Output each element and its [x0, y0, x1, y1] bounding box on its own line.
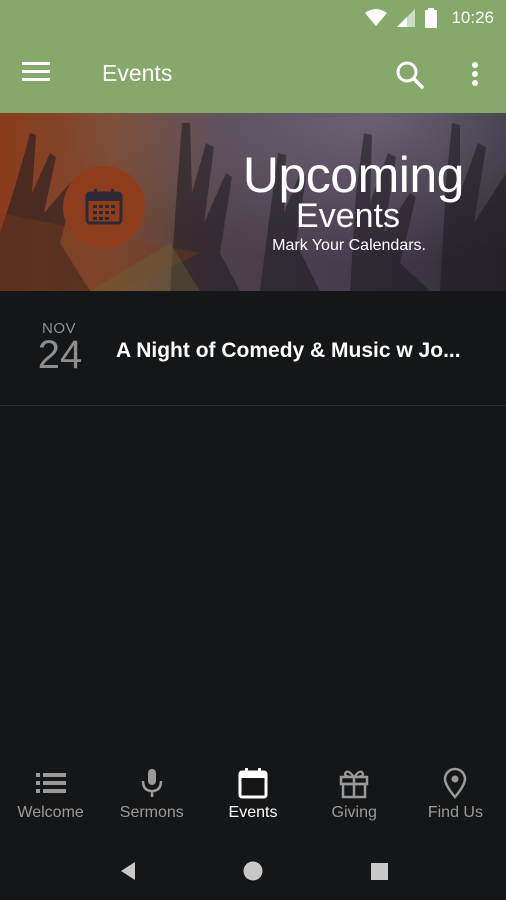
page-title: Events	[102, 60, 173, 86]
system-back-button[interactable]	[113, 856, 143, 886]
home-circle-icon	[243, 861, 263, 881]
banner-subtitle: Events	[296, 197, 400, 235]
nav-events[interactable]: Events	[202, 752, 303, 840]
nav-events-label: Events	[228, 804, 278, 821]
system-navigation-bar	[0, 840, 506, 900]
system-home-button[interactable]	[238, 856, 268, 886]
cell-signal-icon	[397, 9, 416, 27]
microphone-icon	[141, 769, 163, 797]
search-button[interactable]	[395, 60, 427, 92]
banner-tagline: Mark Your Calendars.	[272, 237, 426, 254]
app-bar: Events	[0, 36, 506, 113]
status-icons: 10:26	[365, 0, 494, 36]
system-recents-button[interactable]	[364, 856, 394, 886]
calendar-badge	[63, 166, 145, 248]
status-bar: 10:26	[0, 0, 506, 36]
recents-square-icon	[371, 863, 388, 880]
status-time: 10:26	[451, 8, 494, 27]
more-vert-icon	[472, 62, 478, 86]
list-icon	[35, 773, 66, 793]
back-triangle-icon	[121, 862, 135, 880]
nav-welcome[interactable]: Welcome	[0, 752, 101, 840]
nav-find-us-label: Find Us	[427, 804, 483, 821]
calendar-icon	[85, 189, 123, 225]
nav-welcome-label: Welcome	[17, 804, 84, 821]
nav-giving[interactable]: Giving	[304, 752, 405, 840]
nav-find-us[interactable]: Find Us	[405, 752, 506, 840]
nav-giving-label: Giving	[331, 804, 377, 821]
banner-title: Upcoming	[242, 147, 465, 203]
nav-sermons-label: Sermons	[119, 804, 184, 821]
calendar-icon	[238, 768, 268, 799]
overflow-menu-button[interactable]	[462, 60, 488, 92]
event-list-item[interactable]: NOV 24 A Night of Comedy & Music w Jo...	[0, 291, 506, 406]
hamburger-icon	[22, 62, 50, 81]
search-icon	[396, 61, 424, 89]
menu-button[interactable]	[22, 61, 58, 89]
nav-sermons[interactable]: Sermons	[101, 752, 202, 840]
upcoming-events-banner: Upcoming Events Mark Your Calendars.	[0, 113, 506, 291]
battery-icon	[425, 8, 438, 28]
gift-icon	[339, 770, 369, 799]
event-title: A Night of Comedy & Music w Jo...	[116, 339, 461, 362]
event-day: 24	[37, 333, 83, 377]
bottom-navigation: Welcome Sermons Events Giving Find Us	[0, 752, 506, 840]
location-pin-icon	[444, 767, 467, 799]
wifi-icon	[365, 9, 388, 26]
